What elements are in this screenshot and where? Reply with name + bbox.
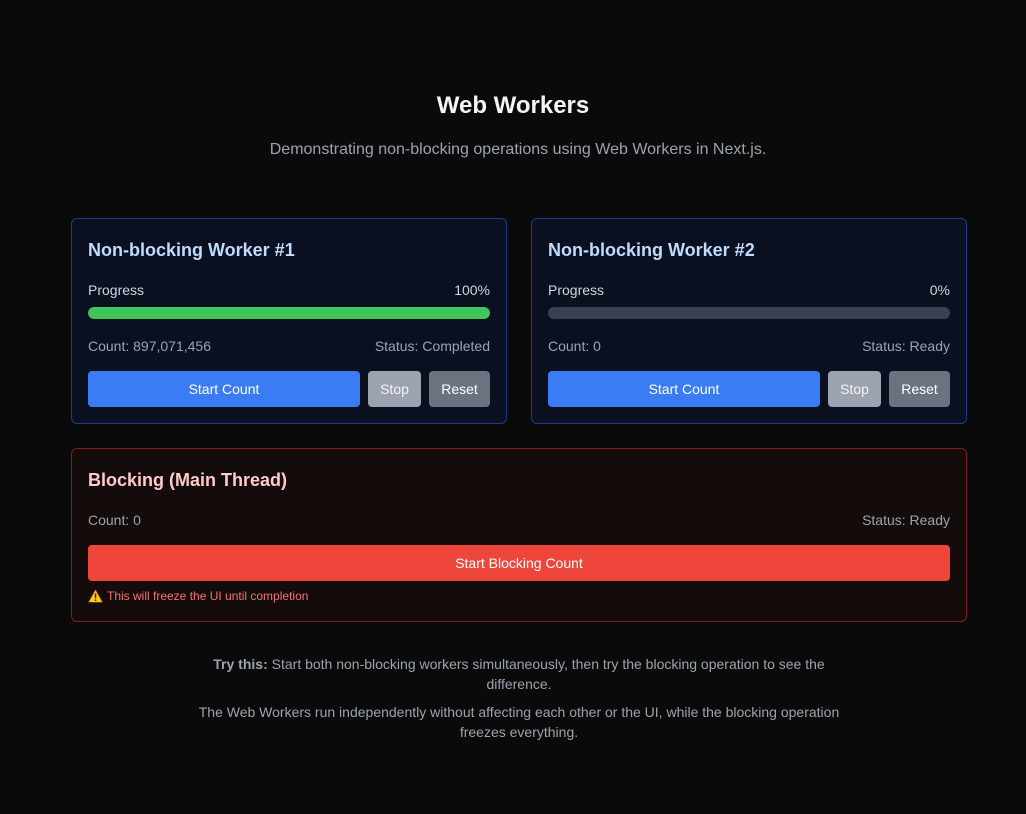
blocking-stats: Count: 0 Status: Ready [88,511,950,529]
reset-button[interactable]: Reset [889,371,950,407]
status-value: Status: Ready [862,512,950,528]
count-value: Count: 0 [548,338,601,354]
try-this-note: Try this: Start both non-blocking worker… [190,654,848,694]
page-title: Web Workers [436,92,590,119]
worker-card-2: Non-blocking Worker #2 Progress 0% Count… [531,218,967,424]
worker-controls: Start Count Stop Reset [88,371,490,407]
worker-stats: Count: 897,071,456 Status: Completed [88,337,490,355]
progress-label: Progress [548,282,605,298]
try-this-text: Start both non-blocking workers simultan… [271,656,825,692]
progress-header: Progress 100% [88,281,490,299]
progress-bar [548,307,950,319]
explanation-note: The Web Workers run independently withou… [198,704,840,740]
worker-title: Non-blocking Worker #1 [88,240,295,260]
progress-label: Progress [88,282,145,298]
blocking-card: Blocking (Main Thread) Count: 0 Status: … [71,448,967,622]
start-blocking-count-button[interactable]: Start Blocking Count [88,545,950,581]
page-subtitle: Demonstrating non-blocking operations us… [269,141,767,158]
blocking-warning: This will freeze the UI until completion [88,588,308,604]
start-count-button[interactable]: Start Count [548,371,820,407]
progress-bar [88,307,490,319]
status-value: Status: Ready [862,338,950,354]
worker-stats: Count: 0 Status: Ready [548,337,950,355]
stop-button[interactable]: Stop [828,371,881,407]
warning-icon [88,589,103,603]
reset-button[interactable]: Reset [429,371,490,407]
count-value: Count: 897,071,456 [88,338,211,354]
progress-percent: 100% [454,282,490,298]
count-value: Count: 0 [88,512,141,528]
start-count-button[interactable]: Start Count [88,371,360,407]
blocking-title: Blocking (Main Thread) [88,470,288,490]
progress-fill [88,307,490,319]
worker-title: Non-blocking Worker #2 [548,240,755,260]
try-this-label: Try this: [213,656,268,672]
stop-button[interactable]: Stop [368,371,421,407]
progress-header: Progress 0% [548,281,950,299]
progress-percent: 0% [929,282,950,298]
worker-card-1: Non-blocking Worker #1 Progress 100% Cou… [71,218,507,424]
warning-text: This will freeze the UI until completion [107,589,309,603]
status-value: Status: Completed [374,338,490,354]
worker-controls: Start Count Stop Reset [548,371,950,407]
